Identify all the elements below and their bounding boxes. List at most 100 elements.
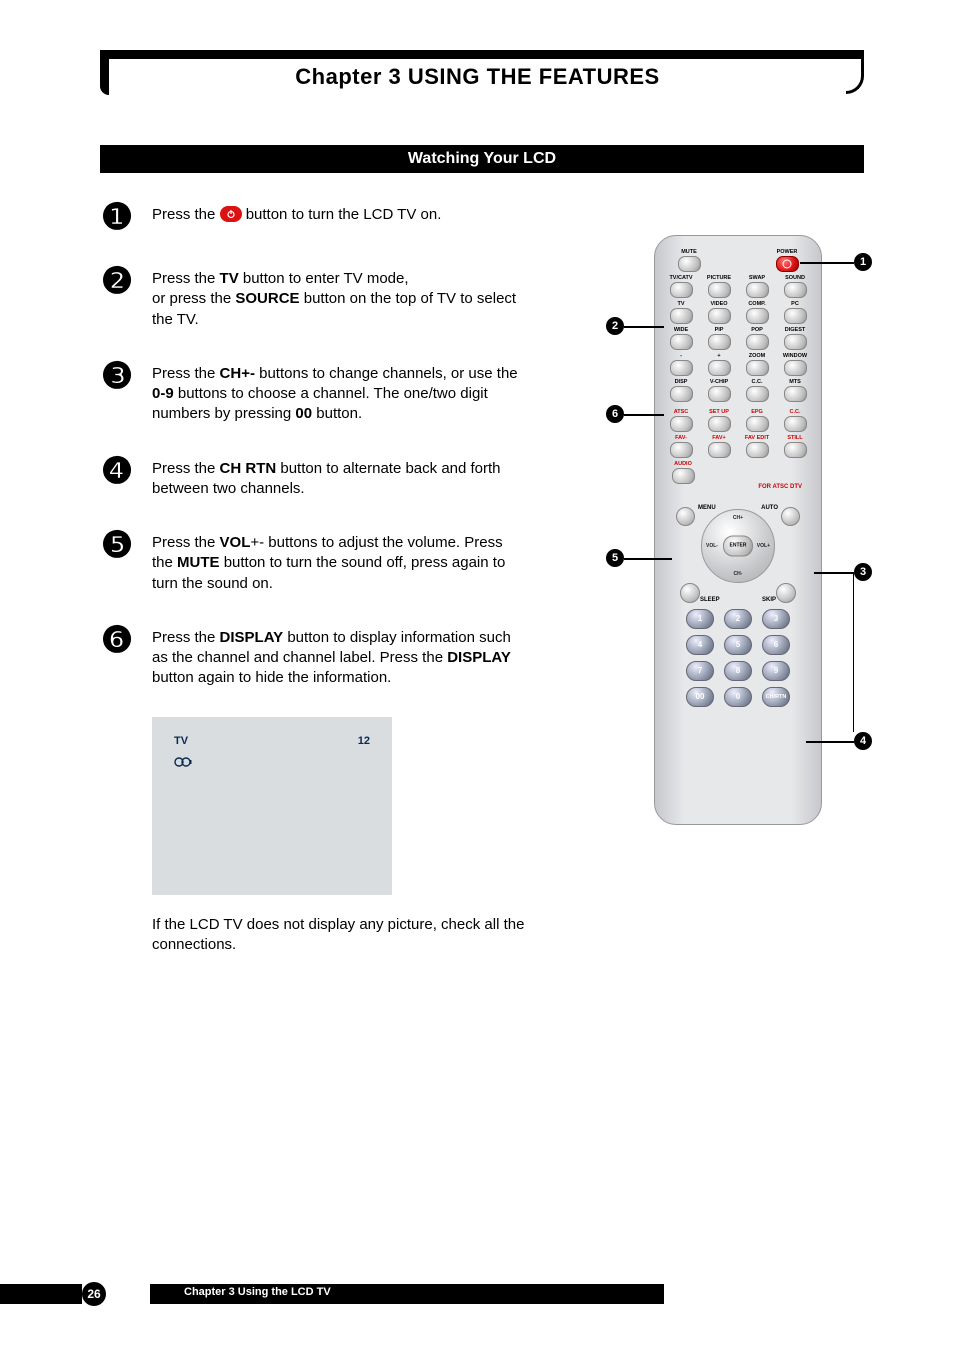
pop-button[interactable]	[746, 334, 769, 350]
for-atsc-label: FOR ATSC DTV	[664, 484, 812, 490]
t: MUTE	[177, 554, 220, 571]
lbl: VOL+	[757, 543, 770, 549]
chapter-left-bar	[100, 59, 109, 95]
footer-left-bar	[0, 1284, 82, 1304]
t: TV	[220, 270, 239, 287]
lbl: PICTURE	[707, 274, 731, 282]
t: SOURCE	[235, 290, 299, 307]
still-button[interactable]	[784, 442, 807, 458]
chapter-title: Chapter 3 USING THE FEATURES	[109, 64, 846, 90]
t: button to enter TV mode,	[239, 270, 409, 287]
tv-button[interactable]	[670, 308, 693, 324]
callout-line	[800, 262, 854, 264]
--button[interactable]	[670, 360, 693, 376]
lbl: ZOOM	[749, 352, 766, 360]
fav--button[interactable]	[670, 442, 693, 458]
numpad-2[interactable]: 2	[724, 609, 752, 629]
step-5: ❺ Press the VOL+- buttons to adjust the …	[100, 527, 600, 594]
numpad-4[interactable]: 4	[686, 635, 714, 655]
swap-button[interactable]	[746, 282, 769, 298]
numpad-6[interactable]: 6	[762, 635, 790, 655]
c-c--button[interactable]	[746, 386, 769, 402]
callout-4: 4	[854, 732, 872, 750]
numpad-5[interactable]: 5	[724, 635, 752, 655]
lbl: SKIP	[762, 597, 776, 603]
numpad-0[interactable]: 0	[724, 687, 752, 707]
pip-button[interactable]	[708, 334, 731, 350]
step-num-6: ❻	[100, 622, 134, 658]
numpad-ch-rtn[interactable]: CH/RTN	[762, 687, 790, 707]
v-chip-button[interactable]	[708, 386, 731, 402]
numpad-8[interactable]: 8	[724, 661, 752, 681]
audio-button[interactable]	[672, 468, 695, 484]
step-text-5: Press the VOL+- buttons to adjust the vo…	[152, 527, 522, 594]
--button[interactable]	[708, 360, 731, 376]
numpad-9[interactable]: 9	[762, 661, 790, 681]
note-text: If the LCD TV does not display any pictu…	[152, 915, 562, 956]
step-4: ❹ Press the CH RTN button to alternate b…	[100, 453, 600, 500]
osd-ch: 12	[358, 735, 370, 747]
nav-ring[interactable]: CH+ CH- VOL- VOL+ ENTER	[701, 509, 775, 583]
lbl: SOUND	[785, 274, 805, 282]
lbl: PIP	[715, 326, 724, 334]
callout-line	[624, 326, 664, 328]
lbl: TV	[677, 300, 684, 308]
lbl: WIDE	[674, 326, 688, 334]
menu-button[interactable]	[676, 507, 695, 526]
lbl: MENU	[698, 505, 716, 511]
callout-line	[624, 558, 672, 560]
numpad-3[interactable]: 3	[762, 609, 790, 629]
step-1: ❶ Press the button to turn the LCD TV on…	[100, 199, 600, 235]
lbl: DISP	[675, 378, 688, 386]
callout-line	[814, 572, 854, 574]
mts-button[interactable]	[784, 386, 807, 402]
c-c--button[interactable]	[784, 416, 807, 432]
lbl: COMP.	[748, 300, 765, 308]
lbl: DIGEST	[785, 326, 805, 334]
fav-edit-button[interactable]	[746, 442, 769, 458]
auto-button[interactable]	[781, 507, 800, 526]
video-button[interactable]	[708, 308, 731, 324]
step-text-6: Press the DISPLAY button to display info…	[152, 622, 522, 689]
lbl: SWAP	[749, 274, 765, 282]
lbl: FAV-	[675, 434, 687, 442]
step-6: ❻ Press the DISPLAY button to display in…	[100, 622, 600, 689]
comp--button[interactable]	[746, 308, 769, 324]
t: CH+-	[220, 365, 255, 382]
lbl: VIDEO	[710, 300, 727, 308]
sound-button[interactable]	[784, 282, 807, 298]
t: 0-9	[152, 385, 174, 402]
fav--button[interactable]	[708, 442, 731, 458]
callout-1: 1	[854, 253, 872, 271]
pc-button[interactable]	[784, 308, 807, 324]
power-button[interactable]	[776, 256, 799, 272]
numpad-7[interactable]: 7	[686, 661, 714, 681]
window-button[interactable]	[784, 360, 807, 376]
digest-button[interactable]	[784, 334, 807, 350]
sleep-button[interactable]	[680, 583, 700, 603]
atsc-button[interactable]	[670, 416, 693, 432]
zoom-button[interactable]	[746, 360, 769, 376]
picture-button[interactable]	[708, 282, 731, 298]
callout-line	[853, 572, 855, 732]
lbl: FAV+	[712, 434, 726, 442]
callout-5: 5	[606, 549, 624, 567]
lbl: C.C.	[752, 378, 763, 386]
step-num-1: ❶	[100, 199, 134, 235]
callout-3: 3	[854, 563, 872, 581]
mute-button[interactable]	[678, 256, 701, 272]
t: 00	[295, 405, 312, 422]
wide-button[interactable]	[670, 334, 693, 350]
disp-button[interactable]	[670, 386, 693, 402]
osd-tv: TV	[174, 735, 188, 747]
skip-button[interactable]	[776, 583, 796, 603]
enter-button[interactable]: ENTER	[723, 536, 753, 557]
step-3: ❸ Press the CH+- buttons to change chann…	[100, 358, 600, 425]
t: or press the	[152, 290, 235, 307]
stereo-icon	[174, 755, 392, 772]
numpad-1[interactable]: 1	[686, 609, 714, 629]
numpad-00[interactable]: 00	[686, 687, 714, 707]
tv-catv-button[interactable]	[670, 282, 693, 298]
epg-button[interactable]	[746, 416, 769, 432]
set-up-button[interactable]	[708, 416, 731, 432]
